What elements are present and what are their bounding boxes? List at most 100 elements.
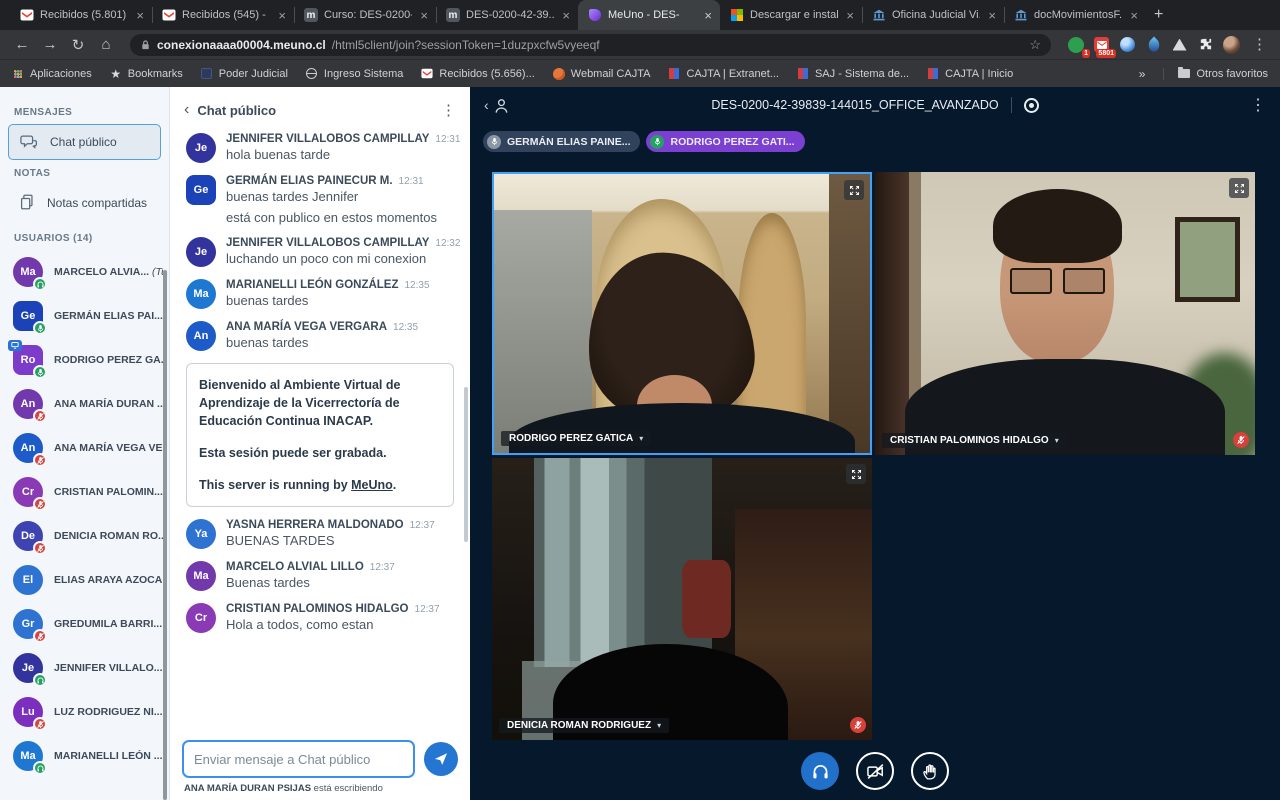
- video-name-label[interactable]: RODRIGO PEREZ GATICA▾: [501, 431, 651, 446]
- tab-title: docMovimientosF...: [1034, 9, 1122, 21]
- user-list-item[interactable]: Cr CRISTIAN PALOMIN...: [0, 470, 169, 514]
- chat-back-icon[interactable]: ‹: [184, 101, 189, 119]
- user-list-item[interactable]: Lu LUZ RODRIGUEZ NI...: [0, 690, 169, 734]
- extensions-puzzle-icon[interactable]: [1197, 36, 1214, 53]
- bookmark-item[interactable]: ★ Poder Judicial: [201, 68, 288, 80]
- browser-tab[interactable]: m MeUno - DES- ×: [578, 0, 720, 30]
- users-list: Ma MARCELO ALVIA... (Tu) Ge: [0, 250, 169, 778]
- bookmark-star-icon[interactable]: ☆: [1029, 37, 1041, 53]
- browser-tab[interactable]: m Oficina Judicial Vi... ×: [862, 0, 1004, 30]
- tab-close-icon[interactable]: ×: [702, 8, 714, 23]
- bookmark-item[interactable]: ★ Ingreso Sistema: [306, 68, 403, 80]
- messages-section-header: MENSAJES: [14, 107, 169, 118]
- user-status-icon: [33, 453, 47, 467]
- browser-tab[interactable]: m Recibidos (545) - ×: [152, 0, 294, 30]
- user-list-item[interactable]: El ELIAS ARAYA AZOCAR: [0, 558, 169, 602]
- audio-button[interactable]: [801, 752, 839, 790]
- tab-close-icon[interactable]: ×: [418, 8, 430, 23]
- other-bookmarks[interactable]: Otros favoritos: [1163, 68, 1268, 80]
- extension-sphere-icon[interactable]: [1119, 36, 1136, 53]
- browser-tab[interactable]: m Descargar e instal... ×: [720, 0, 862, 30]
- user-list-item[interactable]: Ge GERMÁN ELIAS PAI...: [0, 294, 169, 338]
- browser-tab[interactable]: m DES-0200-42-39... ×: [436, 0, 578, 30]
- server-link[interactable]: MeUno: [351, 478, 393, 492]
- bookmark-label: Ingreso Sistema: [324, 68, 403, 80]
- tab-close-icon[interactable]: ×: [1128, 8, 1140, 23]
- tab-favicon: m: [446, 8, 460, 22]
- tab-close-icon[interactable]: ×: [844, 8, 856, 23]
- message-text: Buenas tardes: [226, 573, 395, 594]
- browser-menu-icon[interactable]: ⋮: [1249, 37, 1270, 52]
- bookmark-item[interactable]: ★ Bookmarks: [110, 68, 183, 80]
- bookmarks-overflow-icon[interactable]: »: [1139, 67, 1146, 81]
- browser-tab[interactable]: m Recibidos (5.801) ×: [10, 0, 152, 30]
- send-message-button[interactable]: [424, 742, 458, 776]
- extension-drop-icon[interactable]: [1145, 36, 1162, 53]
- user-list-item[interactable]: Ma MARIANELLI LEÓN ...: [0, 734, 169, 778]
- chat-message: Ma MARCELO ALVIAL LILLO12:37 Buenas tard…: [186, 561, 454, 594]
- back-icon[interactable]: ←: [10, 36, 34, 53]
- user-list-item[interactable]: De DENICIA ROMAN RO...: [0, 514, 169, 558]
- meeting-options-icon[interactable]: ⋮: [1250, 95, 1266, 115]
- bookmarks-bar: ★ Aplicaciones ★ Bo: [0, 59, 1280, 87]
- bookmark-icon: ★: [421, 68, 433, 80]
- browser-tab[interactable]: m Curso: DES-0200- ×: [294, 0, 436, 30]
- extension-green-icon[interactable]: 1: [1067, 36, 1084, 53]
- chat-scrollbar[interactable]: [464, 387, 468, 542]
- address-bar[interactable]: conexionaaaa00004.meuno.cl /html5client/…: [130, 34, 1051, 56]
- sidebar-scrollbar[interactable]: [163, 270, 167, 800]
- user-status-icon: [33, 321, 47, 335]
- tab-close-icon[interactable]: ×: [134, 8, 146, 23]
- sidebar-item-public-chat[interactable]: Chat público: [8, 124, 161, 160]
- chat-message-input[interactable]: [182, 740, 415, 778]
- bookmark-item[interactable]: ★ SAJ - Sistema de...: [797, 68, 909, 80]
- user-list-item[interactable]: Gr GREDUMILA BARRI...: [0, 602, 169, 646]
- fullscreen-icon[interactable]: [846, 464, 866, 484]
- bookmark-label: Aplicaciones: [30, 68, 92, 80]
- video-name-label[interactable]: CRISTIAN PALOMINOS HIDALGO▾: [882, 433, 1067, 448]
- extensions-row: 1 5801 ⋮: [1063, 36, 1270, 53]
- bookmark-item[interactable]: ★ Webmail CAJTA: [553, 68, 651, 80]
- fullscreen-icon[interactable]: [844, 180, 864, 200]
- webcam-button[interactable]: [856, 752, 894, 790]
- user-list-item[interactable]: Ro RODRIGO PEREZ GA...: [0, 338, 169, 382]
- bookmark-item[interactable]: ★ Recibidos (5.656)...: [421, 68, 534, 80]
- user-list-item[interactable]: An ANA MARÍA VEGA VE...: [0, 426, 169, 470]
- drive-icon[interactable]: [1171, 36, 1188, 53]
- video-name-label[interactable]: DENICIA ROMAN RODRIGUEZ▾: [499, 718, 669, 733]
- chat-menu-icon[interactable]: ⋮: [441, 101, 456, 119]
- bookmark-item[interactable]: ★ CAJTA | Inicio: [927, 68, 1013, 80]
- tab-title: Oficina Judicial Vi...: [892, 9, 980, 21]
- forward-icon[interactable]: →: [38, 36, 62, 53]
- chat-message: Ya YASNA HERRERA MALDONADO12:37 BUENAS T…: [186, 519, 454, 552]
- screen: m Recibidos (5.801) × m Re: [0, 0, 1280, 800]
- reload-icon[interactable]: ↻: [66, 36, 90, 54]
- home-icon[interactable]: ⌂: [94, 36, 118, 53]
- new-tab-button[interactable]: +: [1154, 6, 1163, 24]
- browser-tab[interactable]: m docMovimientosF... ×: [1004, 0, 1146, 30]
- message-time: 12:37: [410, 520, 435, 531]
- bookmark-item[interactable]: ★ Aplicaciones: [12, 68, 92, 80]
- sidebar-item-shared-notes[interactable]: Notas compartidas: [8, 185, 161, 220]
- fullscreen-icon[interactable]: [1229, 178, 1249, 198]
- raise-hand-button[interactable]: [911, 752, 949, 790]
- user-list-item[interactable]: Je JENNIFER VILLALO...: [0, 646, 169, 690]
- hand-icon: [920, 761, 941, 782]
- tab-close-icon[interactable]: ×: [986, 8, 998, 23]
- user-list-item[interactable]: Ma MARCELO ALVIA... (Tu): [0, 250, 169, 294]
- chat-message: Cr CRISTIAN PALOMINOS HIDALGO12:37 Hola …: [186, 603, 454, 636]
- extension-mail-icon[interactable]: 5801: [1093, 36, 1110, 53]
- user-name: MARIANELLI LEÓN ...: [54, 750, 163, 762]
- bookmark-label: SAJ - Sistema de...: [815, 68, 909, 80]
- toggle-user-list-button[interactable]: ‹: [484, 96, 510, 115]
- tab-close-icon[interactable]: ×: [560, 8, 572, 23]
- bookmark-item[interactable]: ★ CAJTA | Extranet...: [668, 68, 779, 80]
- sidebar: MENSAJES Chat público NOTAS Notas compar…: [0, 87, 170, 800]
- url-domain: conexionaaaa00004.meuno.cl: [157, 38, 326, 52]
- user-name: ANA MARÍA VEGA VE...: [54, 442, 163, 454]
- meeting-header: ‹ ⋮: [470, 87, 1280, 123]
- profile-avatar[interactable]: [1223, 36, 1240, 53]
- message-author: CRISTIAN PALOMINOS HIDALGO: [226, 603, 409, 615]
- tab-close-icon[interactable]: ×: [276, 8, 288, 23]
- user-list-item[interactable]: An ANA MARÍA DURAN ...: [0, 382, 169, 426]
